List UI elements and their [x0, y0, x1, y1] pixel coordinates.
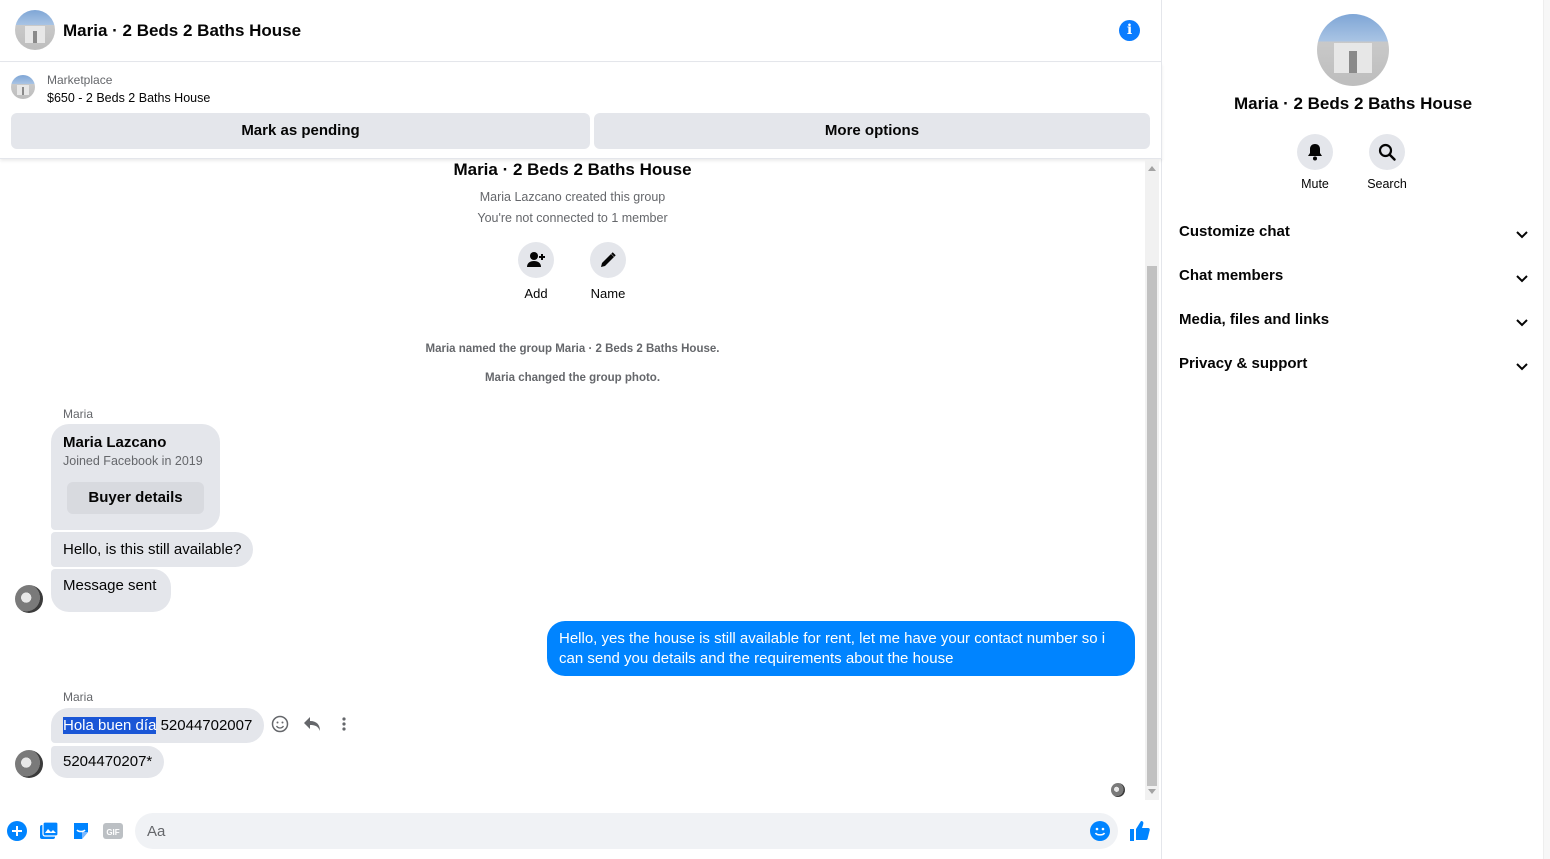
message-bubble[interactable]: Hola buen día 52044702007	[51, 708, 265, 743]
section-chat-members[interactable]: Chat members	[1179, 267, 1529, 291]
chat-title[interactable]: Maria · 2 Beds 2 Baths House	[63, 21, 301, 41]
chevron-down-icon	[1515, 315, 1529, 329]
more-options-button[interactable]: More options	[594, 113, 1150, 149]
message-bubble[interactable]: 5204470207*	[51, 746, 165, 778]
search-label: Search	[1367, 177, 1407, 191]
search-icon	[1369, 134, 1405, 170]
my-message-bubble[interactable]: Hello, yes the house is still available …	[547, 621, 1135, 676]
reply-icon[interactable]	[302, 714, 322, 734]
section-label: Chat members	[1179, 267, 1284, 284]
sender-avatar[interactable]	[15, 585, 43, 613]
message-input[interactable]	[135, 813, 1118, 849]
sender-name: Maria	[63, 407, 94, 421]
section-media-files-links[interactable]: Media, files and links	[1179, 311, 1529, 335]
window-edge	[1543, 0, 1550, 859]
buyer-details-button[interactable]: Buyer details	[67, 482, 204, 514]
system-message: Maria changed the group photo.	[484, 372, 661, 384]
message-bubble[interactable]: Hello, is this still available?	[51, 532, 254, 567]
chevron-down-icon	[1515, 227, 1529, 241]
gif-icon[interactable]: GIF	[103, 821, 123, 841]
search-in-conversation-button[interactable]: Search	[1357, 134, 1417, 191]
mute-label: Mute	[1301, 177, 1329, 191]
section-label: Customize chat	[1179, 223, 1290, 240]
group-photo[interactable]	[1317, 14, 1389, 86]
buyer-joined-text: Joined Facebook in 2019	[63, 454, 203, 468]
chevron-down-icon	[1515, 271, 1529, 285]
section-label: Privacy & support	[1179, 355, 1308, 372]
marketplace-label: Marketplace	[47, 73, 113, 87]
rename-group-button[interactable]: Name	[578, 242, 638, 301]
chevron-down-icon	[1515, 359, 1529, 373]
marketplace-bar: Marketplace $650 - 2 Beds 2 Baths House …	[0, 63, 1162, 159]
thumbs-up-icon[interactable]	[1129, 821, 1151, 841]
group-intro-title: Maria · 2 Beds 2 Baths House	[453, 160, 692, 179]
sender-name: Maria	[63, 690, 94, 704]
chat-panel: Maria · 2 Beds 2 Baths House i Marketpla…	[0, 0, 1162, 859]
sticker-icon[interactable]	[71, 821, 91, 841]
system-message: Maria named the group Maria · 2 Beds 2 B…	[425, 343, 720, 355]
read-receipt-avatar	[1111, 783, 1125, 797]
react-smiley-icon[interactable]	[270, 714, 290, 734]
svg-text:GIF: GIF	[106, 828, 119, 837]
pencil-icon	[590, 242, 626, 278]
message-actions	[270, 714, 354, 734]
message-scrollbar[interactable]	[1145, 160, 1159, 800]
scroll-up-arrow[interactable]	[1148, 166, 1156, 171]
info-icon[interactable]: i	[1119, 20, 1140, 41]
chat-header: Maria · 2 Beds 2 Baths House i	[0, 0, 1162, 62]
section-label: Media, files and links	[1179, 311, 1330, 328]
section-privacy-support[interactable]: Privacy & support	[1179, 355, 1529, 379]
mute-button[interactable]: Mute	[1285, 134, 1345, 191]
connection-text: You're not connected to 1 member	[477, 211, 668, 225]
add-member-button[interactable]: Add	[506, 242, 566, 301]
buyer-name: Maria Lazcano	[63, 434, 167, 451]
add-person-icon	[518, 242, 554, 278]
group-created-text: Maria Lazcano created this group	[479, 190, 666, 204]
selected-text: Hola buen día	[63, 717, 157, 734]
conversation-info-panel: Maria · 2 Beds 2 Baths House Mute Search…	[1163, 0, 1543, 859]
listing-thumbnail[interactable]	[11, 75, 35, 99]
messenger-window: Maria · 2 Beds 2 Baths House i Marketpla…	[0, 0, 1550, 859]
bell-icon	[1297, 134, 1333, 170]
message-composer: GIF	[0, 805, 1162, 859]
add-label: Add	[524, 286, 548, 301]
plus-circle-icon[interactable]	[7, 821, 27, 841]
name-label: Name	[590, 286, 626, 301]
emoji-icon[interactable]	[1090, 821, 1110, 841]
message-text: 52044702007	[156, 717, 253, 734]
group-avatar[interactable]	[15, 10, 55, 50]
listing-title[interactable]: $650 - 2 Beds 2 Baths House	[47, 91, 210, 105]
more-vertical-icon[interactable]	[334, 714, 354, 734]
scroll-thumb[interactable]	[1147, 266, 1157, 786]
mark-as-pending-button[interactable]: Mark as pending	[11, 113, 590, 149]
buyer-profile-card: Maria Lazcano Joined Facebook in 2019 Bu…	[51, 424, 220, 530]
side-panel-title: Maria · 2 Beds 2 Baths House	[1233, 94, 1473, 113]
sender-avatar[interactable]	[15, 750, 43, 778]
message-list: Maria · 2 Beds 2 Baths House Maria Lazca…	[0, 160, 1145, 800]
photo-icon[interactable]	[39, 821, 59, 841]
message-bubble[interactable]: Message sent	[51, 569, 171, 612]
section-customize-chat[interactable]: Customize chat	[1179, 223, 1529, 247]
scroll-down-arrow[interactable]	[1148, 789, 1156, 794]
